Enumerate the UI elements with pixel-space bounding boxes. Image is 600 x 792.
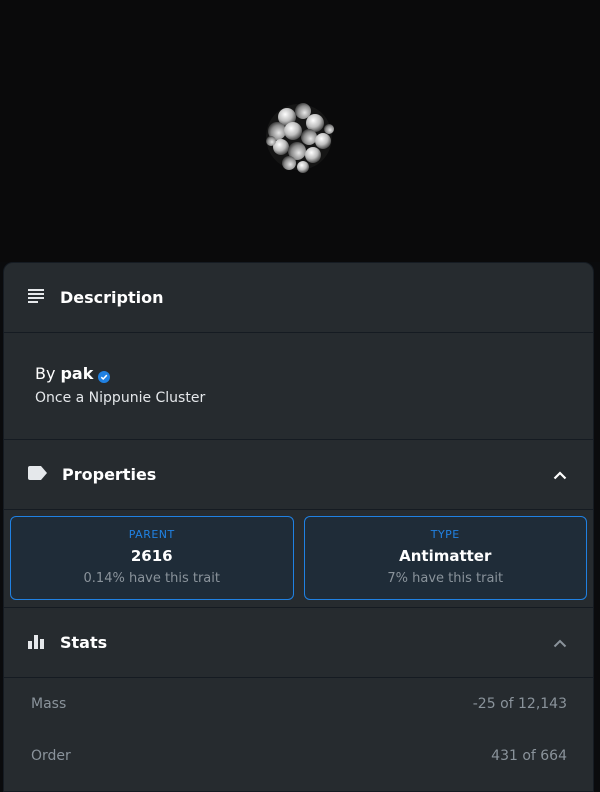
stats-header[interactable]: Stats [4,608,593,678]
property-rarity: 0.14% have this trait [83,571,220,586]
description-lines-icon [28,288,46,308]
property-rarity: 7% have this trait [387,571,504,586]
verified-badge-icon [98,368,111,383]
properties-grid: PARENT 2616 0.14% have this trait TYPE A… [4,510,593,608]
description-text: Once a Nippunie Cluster [35,390,206,406]
label-tag-icon [28,465,48,485]
cluster-artwork-image [266,103,334,173]
stats-title: Stats [60,633,108,652]
property-value: Antimatter [399,547,492,565]
chevron-up-icon[interactable] [553,633,567,652]
chevron-up-icon[interactable] [553,465,567,484]
description-title: Description [60,288,164,307]
stat-value: -25 of 12,143 [472,696,567,712]
stat-label: Order [31,748,71,764]
stat-value: 431 of 664 [491,748,567,764]
properties-title: Properties [62,465,157,484]
by-prefix: By [35,364,56,383]
property-type: PARENT [128,528,175,541]
description-header[interactable]: Description [4,263,593,333]
property-type: TYPE [430,528,460,541]
creator-line: By pak [35,364,593,383]
property-card-type[interactable]: TYPE Antimatter 7% have this trait [303,516,587,600]
bar-chart-icon [28,633,46,653]
properties-header[interactable]: Properties [4,440,593,510]
creator-link[interactable]: pak [60,364,93,383]
stat-row-order: Order 431 of 664 [4,730,593,782]
stat-label: Mass [31,696,67,712]
nft-artwork[interactable] [0,0,600,262]
stat-row-mass: Mass -25 of 12,143 [4,678,593,730]
property-card-parent[interactable]: PARENT 2616 0.14% have this trait [10,516,294,600]
description-body: By pak Once a Nippunie Cluster [4,333,593,440]
item-details-panel: Description By pak Once a Nippunie Clust… [3,262,594,792]
property-value: 2616 [130,547,173,565]
stats-list: Mass -25 of 12,143 Order 431 of 664 [4,678,593,782]
